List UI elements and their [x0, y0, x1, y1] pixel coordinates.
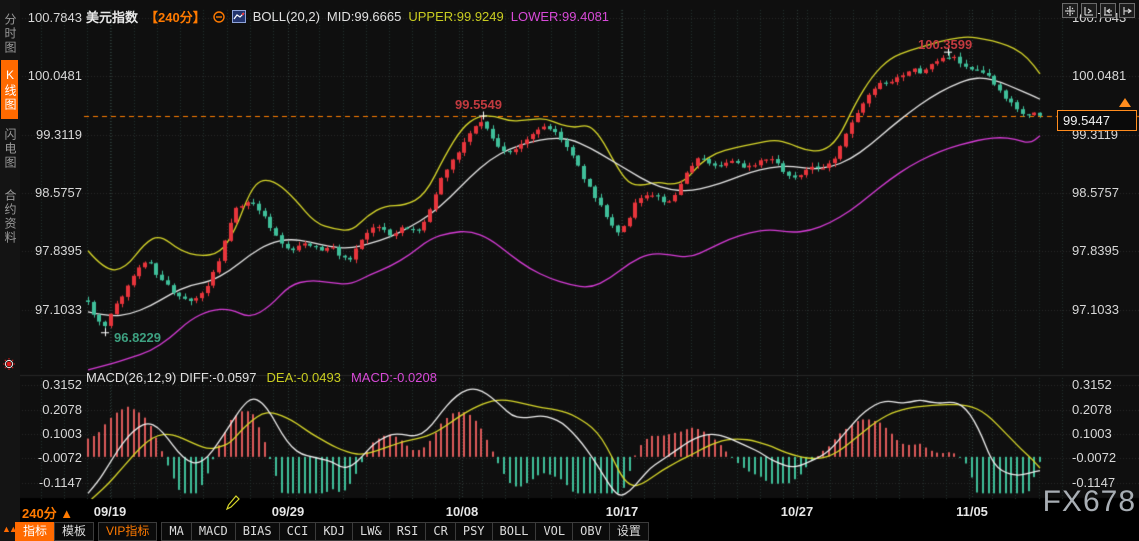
macd-tick-left-0: 0.3152 — [42, 377, 82, 392]
toolbar-item-indicator[interactable]: 指标 — [15, 522, 56, 541]
date-label-2: 10/08 — [445, 504, 479, 519]
boll-upper-value: UPPER:99.9249 — [408, 9, 504, 24]
toolbar-item-ma[interactable]: MA — [161, 522, 192, 541]
macd-diff-label: MACD(26,12,9) DIFF:-0.0597 — [86, 370, 257, 385]
crosshair-move-icon[interactable] — [1062, 3, 1078, 18]
fx678-watermark: FX678 — [1042, 485, 1136, 518]
indicator-toolbar: 指标 模板 VIP指标 MA MACD BIAS CCI KDJ LW& RSI CR PSY BOLL… — [15, 522, 649, 541]
expand-x-axis-icon[interactable] — [1100, 3, 1116, 18]
sidebar-tab-contract-info[interactable]: 合约资料 — [1, 179, 18, 255]
sidebar-tab-flash-chart[interactable]: 闪电图 — [1, 119, 18, 179]
alert-clock-icon[interactable] — [213, 10, 225, 23]
date-label-4: 10/27 — [780, 504, 814, 519]
symbol-name: 美元指数 — [86, 10, 139, 25]
period-selector[interactable]: 240分 ▲ — [22, 503, 73, 522]
macd-tick-right-3: -0.0072 — [1072, 450, 1117, 465]
toolbar-item-rsi[interactable]: RSI — [388, 522, 427, 541]
toolbar-item-cci[interactable]: CCI — [278, 522, 317, 541]
macd-tick-left-1: 0.2078 — [42, 402, 82, 417]
macd-tick-left-4: -0.1147 — [38, 475, 82, 490]
toolbar-item-vip-indicator[interactable]: VIP指标 — [98, 522, 158, 541]
toolbar-item-bias[interactable]: BIAS — [234, 522, 280, 541]
alert-arrow-icon[interactable] — [1119, 98, 1131, 107]
macd-tick-right-1: 0.2078 — [1072, 402, 1112, 417]
annotation-2: 96.8229 — [114, 330, 161, 345]
trading-app-window: 分时图 K线图 闪电图 合约资料 美元指数 【240分】 BOLL(20,2) MID… — [0, 0, 1139, 541]
boll-mid-value: MID:99.6665 — [326, 9, 402, 24]
date-label-0: 09/19 — [93, 504, 127, 519]
price-tick-left-1: 100.0481 — [27, 68, 82, 83]
last-price-tag[interactable]: 99.5447 — [1057, 110, 1137, 131]
toolbar-item-settings[interactable]: 设置 — [608, 522, 649, 541]
price-tick-right-5: 97.1033 — [1072, 302, 1119, 317]
macd-dea-label: DEA:-0.0493 — [266, 370, 341, 385]
annotation-0: 99.5549 — [455, 97, 502, 112]
date-label-3: 10/17 — [605, 504, 639, 519]
toolbar-item-cr[interactable]: CR — [425, 522, 456, 541]
macd-header: MACD(26,12,9) DIFF:-0.0597 DEA:-0.0493 M… — [86, 370, 437, 385]
price-tick-left-2: 99.3119 — [35, 127, 82, 142]
price-tick-left-5: 97.1033 — [35, 302, 82, 317]
toolbar-item-lwr[interactable]: LW& — [352, 522, 390, 541]
macd-value-label: MACD:-0.0208 — [350, 370, 437, 385]
boll-param-label: BOLL(20,2) — [252, 9, 320, 24]
macd-tick-right-0: 0.3152 — [1072, 377, 1112, 392]
price-tick-right-4: 97.8395 — [1072, 243, 1119, 258]
timeframe-label[interactable]: 【240分】 — [145, 7, 206, 26]
toolbar-item-template[interactable]: 模板 — [54, 522, 95, 541]
left-sidebar: 分时图 K线图 闪电图 合约资料 — [0, 0, 20, 541]
date-label-1: 09/29 — [271, 504, 305, 519]
sidebar-tab-kline-chart[interactable]: K线图 — [1, 60, 18, 119]
toolbar-item-psy[interactable]: PSY — [454, 522, 493, 541]
toolbar-item-obv[interactable]: OBV — [572, 522, 610, 541]
date-label-5: 11/05 — [956, 504, 988, 519]
macd-tick-right-2: 0.1003 — [1072, 426, 1112, 441]
price-tick-left-0: 100.7843 — [27, 10, 82, 25]
macd-tick-left-3: -0.0072 — [37, 450, 82, 465]
compress-x-axis-icon[interactable] — [1081, 3, 1097, 18]
scroll-right-icon[interactable] — [1119, 3, 1135, 18]
toolbar-item-macd[interactable]: MACD — [190, 522, 236, 541]
corner-marker-icon: ▲▲ — [2, 524, 18, 534]
toolbar-item-boll[interactable]: BOLL — [491, 522, 537, 541]
price-tick-left-3: 98.5757 — [35, 185, 82, 200]
price-tick-right-3: 98.5757 — [1072, 185, 1119, 200]
toolbar-item-vol[interactable]: VOL — [535, 522, 574, 541]
chart-canvas[interactable] — [0, 0, 1139, 541]
annotation-1: 100.3599 — [918, 37, 973, 52]
date-axis: 240分 ▲ 09/19 09/29 10/08 10/17 10/27 11/05 — [0, 503, 1139, 521]
chart-header: 美元指数 【240分】 BOLL(20,2) MID:99.6665 UPPER… — [86, 7, 609, 26]
alarm-icon[interactable] — [3, 358, 15, 370]
price-tick-left-4: 97.8395 — [35, 243, 82, 258]
chart-tool-buttons — [1062, 3, 1135, 18]
toolbar-item-kdj[interactable]: KDJ — [315, 522, 354, 541]
sidebar-tab-time-chart[interactable]: 分时图 — [1, 4, 18, 64]
macd-tick-left-2: 0.1003 — [42, 426, 82, 441]
indicator-chart-icon[interactable] — [231, 10, 246, 23]
price-tick-right-1: 100.0481 — [1072, 68, 1127, 83]
boll-lower-value: LOWER:99.4081 — [510, 9, 610, 24]
